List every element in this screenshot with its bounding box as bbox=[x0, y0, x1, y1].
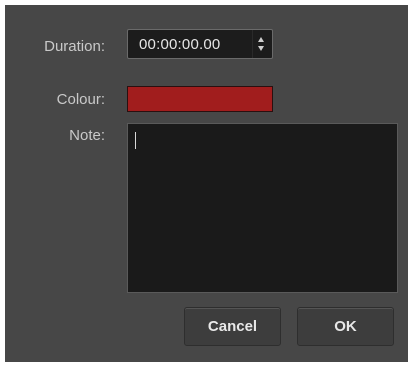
stepper-down-icon[interactable] bbox=[258, 46, 264, 51]
duration-field[interactable]: 00:00:00.00 bbox=[127, 29, 273, 59]
text-caret bbox=[135, 132, 136, 149]
duration-label: Duration: bbox=[44, 38, 105, 55]
note-label: Note: bbox=[69, 127, 105, 144]
stepper-up-icon[interactable] bbox=[258, 37, 264, 42]
colour-swatch[interactable] bbox=[127, 86, 273, 112]
note-textarea[interactable] bbox=[127, 123, 398, 293]
clip-properties-dialog: Duration: 00:00:00.00 Colour: Note: Canc… bbox=[5, 5, 408, 362]
cancel-button[interactable]: Cancel bbox=[184, 307, 281, 346]
duration-stepper[interactable] bbox=[252, 30, 272, 58]
duration-value[interactable]: 00:00:00.00 bbox=[139, 36, 220, 53]
colour-label: Colour: bbox=[56, 91, 105, 108]
ok-button[interactable]: OK bbox=[297, 307, 394, 346]
